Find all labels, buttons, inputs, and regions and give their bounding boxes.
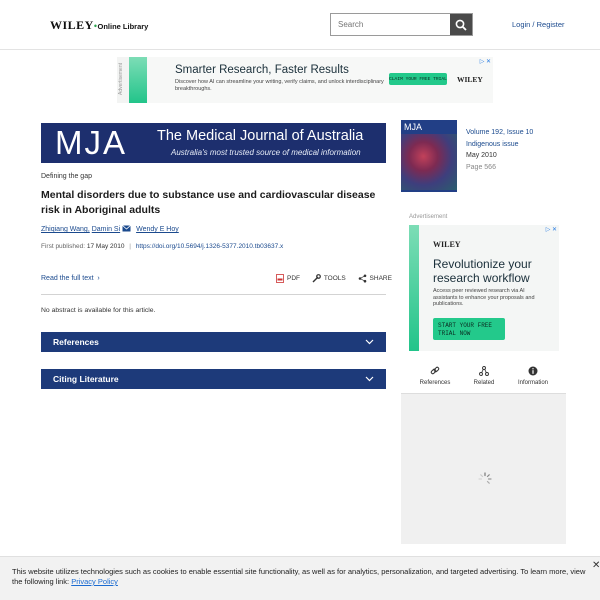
- ad-stripe: [129, 57, 147, 103]
- chevron-right-icon: ›: [95, 275, 100, 282]
- privacy-policy-link[interactable]: Privacy Policy: [71, 577, 118, 586]
- cover-title: MJA: [404, 122, 422, 132]
- read-full-label: Read the full text: [41, 275, 94, 282]
- pdf-icon: [276, 274, 284, 283]
- separator: |: [129, 243, 131, 250]
- ad-subtext: Discover how AI can streamline your writ…: [175, 79, 384, 92]
- tab-label: Related: [473, 380, 495, 386]
- tab-label: Information: [517, 380, 548, 386]
- article-title: Mental disorders due to substance use an…: [41, 189, 376, 216]
- issue-date: May 2010: [466, 152, 497, 159]
- share-icon: [358, 274, 366, 283]
- references-accordion[interactable]: References: [41, 332, 386, 352]
- adchoices-icon[interactable]: ▷ ✕: [546, 226, 557, 233]
- chevron-down-icon: [365, 376, 374, 382]
- side-ad-label: Advertisement: [409, 214, 448, 220]
- accordion-label: References: [53, 337, 99, 347]
- side-ad-subtext: Access peer reviewed research via AI ass…: [433, 288, 535, 307]
- journal-banner[interactable]: MJA The Medical Journal of Australia Aus…: [41, 123, 386, 163]
- logo-main: WILEY: [50, 18, 94, 32]
- author-list: Zhiqiang Wang, Damin Si Wendy E Hoy: [41, 225, 179, 234]
- loading-spinner-icon: [478, 472, 492, 484]
- side-advertisement[interactable]: ▷ ✕ WILEY Revolutionize your research wo…: [409, 225, 559, 351]
- side-tabs: References Related Information: [401, 362, 566, 394]
- pdf-label: PDF: [287, 275, 300, 282]
- site-header: WILEY•Online Library Login / Register: [0, 0, 600, 50]
- citing-literature-accordion[interactable]: Citing Literature: [41, 369, 386, 389]
- author-link[interactable]: Damin Si: [92, 226, 120, 233]
- logo-sub: Online Library: [97, 22, 149, 31]
- side-ad-stripe: [409, 225, 419, 351]
- info-icon: [528, 366, 538, 376]
- share-label: SHARE: [369, 275, 392, 282]
- email-icon[interactable]: [122, 225, 131, 234]
- divider: [41, 294, 386, 295]
- close-icon[interactable]: ✕: [592, 560, 600, 571]
- author-link[interactable]: Zhiqiang Wang,: [41, 226, 90, 233]
- journal-tagline: Australia's most trusted source of medic…: [171, 148, 361, 157]
- cookie-banner: This website utilizes technologies such …: [0, 556, 600, 600]
- read-full-text-link[interactable]: Read the full text ›: [41, 275, 100, 282]
- related-icon: [479, 366, 489, 376]
- journal-abbrev: MJA: [55, 124, 127, 161]
- issue-pages: Page 566: [466, 163, 496, 171]
- login-register-link[interactable]: Login / Register: [512, 20, 565, 29]
- search-input[interactable]: [331, 14, 451, 35]
- tools-button[interactable]: TOOLS: [312, 274, 346, 283]
- issue-info: Volume 192, Issue 10 Indigenous issue Ma…: [466, 127, 533, 173]
- search-button[interactable]: [450, 14, 472, 35]
- chevron-down-icon: [365, 339, 374, 345]
- search-box: [330, 13, 473, 36]
- tools-label: TOOLS: [323, 275, 346, 282]
- article-section: Defining the gap: [41, 173, 92, 180]
- wrench-icon: [312, 274, 321, 283]
- side-ad-brand: WILEY: [433, 240, 461, 249]
- first-published-label: First published:: [41, 243, 86, 250]
- tab-references[interactable]: References: [410, 366, 460, 386]
- side-ad-cta-button[interactable]: START YOUR FREE TRIAL NOW: [433, 318, 505, 340]
- author-link[interactable]: Wendy E Hoy: [136, 226, 179, 233]
- doi-link[interactable]: https://doi.org/10.5694/j.1326-5377.2010…: [136, 243, 283, 250]
- issue-name-link[interactable]: Indigenous issue: [466, 139, 533, 151]
- pdf-button[interactable]: PDF: [276, 274, 300, 283]
- search-icon: [455, 19, 467, 31]
- article-toolbar: PDF TOOLS SHARE: [276, 274, 392, 285]
- no-abstract-note: No abstract is available for this articl…: [41, 307, 156, 314]
- tab-related[interactable]: Related: [459, 366, 509, 386]
- adchoices-icon[interactable]: ▷ ✕: [480, 58, 491, 65]
- side-ad-headline: Revolutionize your research workflow: [433, 257, 532, 285]
- tab-label: References: [419, 380, 451, 386]
- link-icon: [430, 366, 440, 375]
- publication-line: First published: 17 May 2010 | https://d…: [41, 243, 283, 250]
- ad-label: Advertisement: [118, 63, 124, 95]
- ad-cta-button[interactable]: CLAIM YOUR FREE TRIAL: [389, 73, 447, 85]
- first-published-date: 17 May 2010: [86, 243, 125, 250]
- top-advertisement[interactable]: Advertisement Smarter Research, Faster R…: [117, 57, 493, 103]
- accordion-label: Citing Literature: [53, 374, 119, 384]
- issue-volume-link[interactable]: Volume 192, Issue 10: [466, 127, 533, 139]
- cookie-message: This website utilizes technologies such …: [12, 567, 590, 587]
- wiley-logo[interactable]: WILEY•Online Library: [50, 18, 148, 33]
- journal-name: The Medical Journal of Australia: [157, 128, 364, 144]
- tab-information[interactable]: Information: [508, 366, 558, 386]
- ad-headline: Smarter Research, Faster Results: [175, 64, 349, 76]
- cover-artwork: [401, 134, 457, 190]
- ad-brand: WILEY: [457, 75, 483, 84]
- issue-cover-image[interactable]: MJA: [401, 120, 457, 192]
- share-button[interactable]: SHARE: [358, 274, 392, 283]
- side-panel-content: [401, 394, 566, 544]
